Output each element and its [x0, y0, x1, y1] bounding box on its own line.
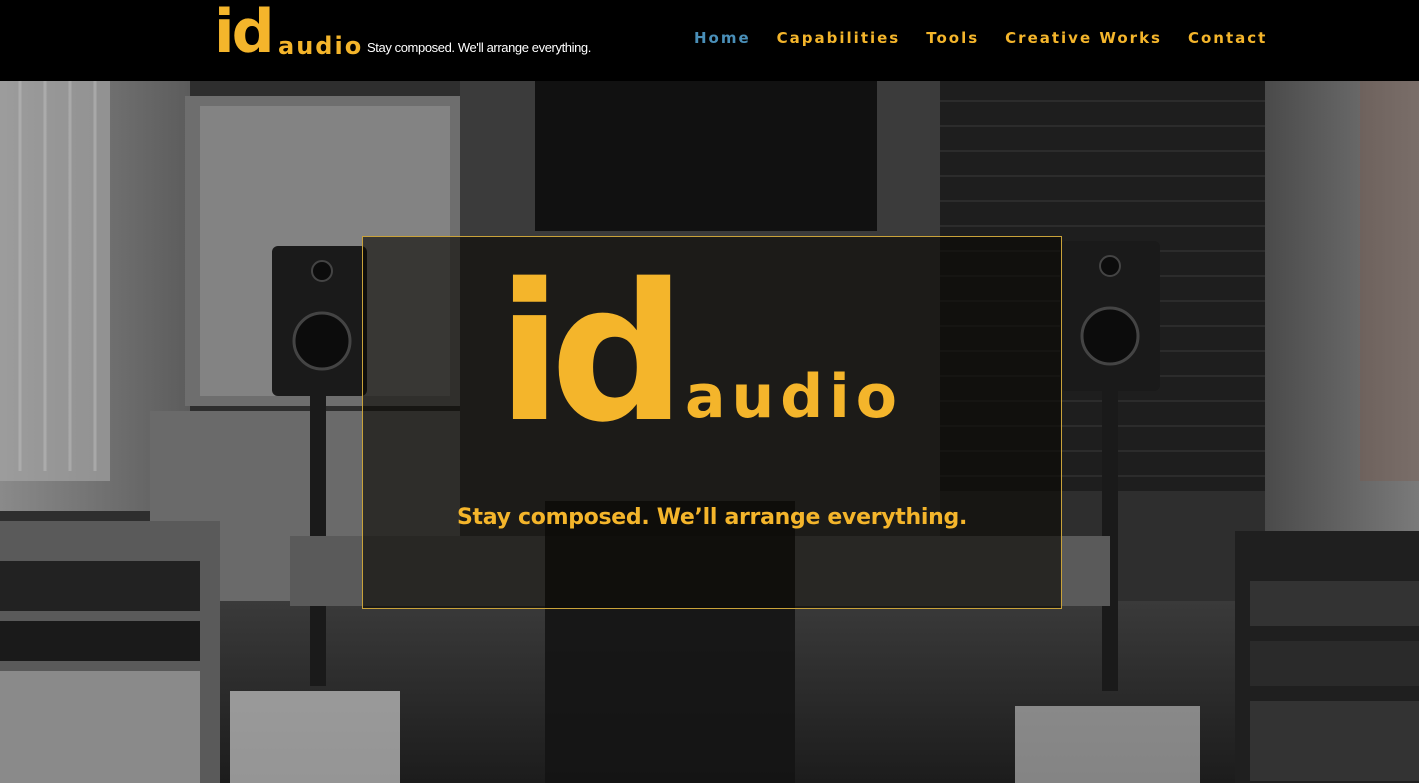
main-nav: Home Capabilities Tools Creative Works C… — [694, 29, 1267, 47]
site-header: id audio Stay composed. We'll arrange ev… — [0, 0, 1419, 81]
nav-creative-works[interactable]: Creative Works — [1005, 29, 1162, 47]
nav-home[interactable]: Home — [694, 29, 751, 47]
logo-tagline: Stay composed. We'll arrange everything. — [367, 40, 591, 55]
hero-section: id audio Stay composed. We’ll arrange ev… — [0, 81, 1419, 783]
hero-overlay-box: id audio Stay composed. We’ll arrange ev… — [362, 236, 1062, 609]
nav-capabilities[interactable]: Capabilities — [777, 29, 901, 47]
hero-logo-id-text: id — [497, 243, 686, 464]
logo-id-text: id — [214, 0, 274, 67]
logo-audio-text: audio — [278, 32, 364, 60]
nav-contact[interactable]: Contact — [1188, 29, 1267, 47]
hero-tagline: Stay composed. We’ll arrange everything. — [457, 505, 967, 530]
nav-tools[interactable]: Tools — [926, 29, 979, 47]
hero-logo-audio-text: audio — [685, 362, 903, 432]
hero-logo: id audio — [497, 259, 947, 469]
site-logo[interactable]: id audio Stay composed. We'll arrange ev… — [214, 2, 604, 68]
